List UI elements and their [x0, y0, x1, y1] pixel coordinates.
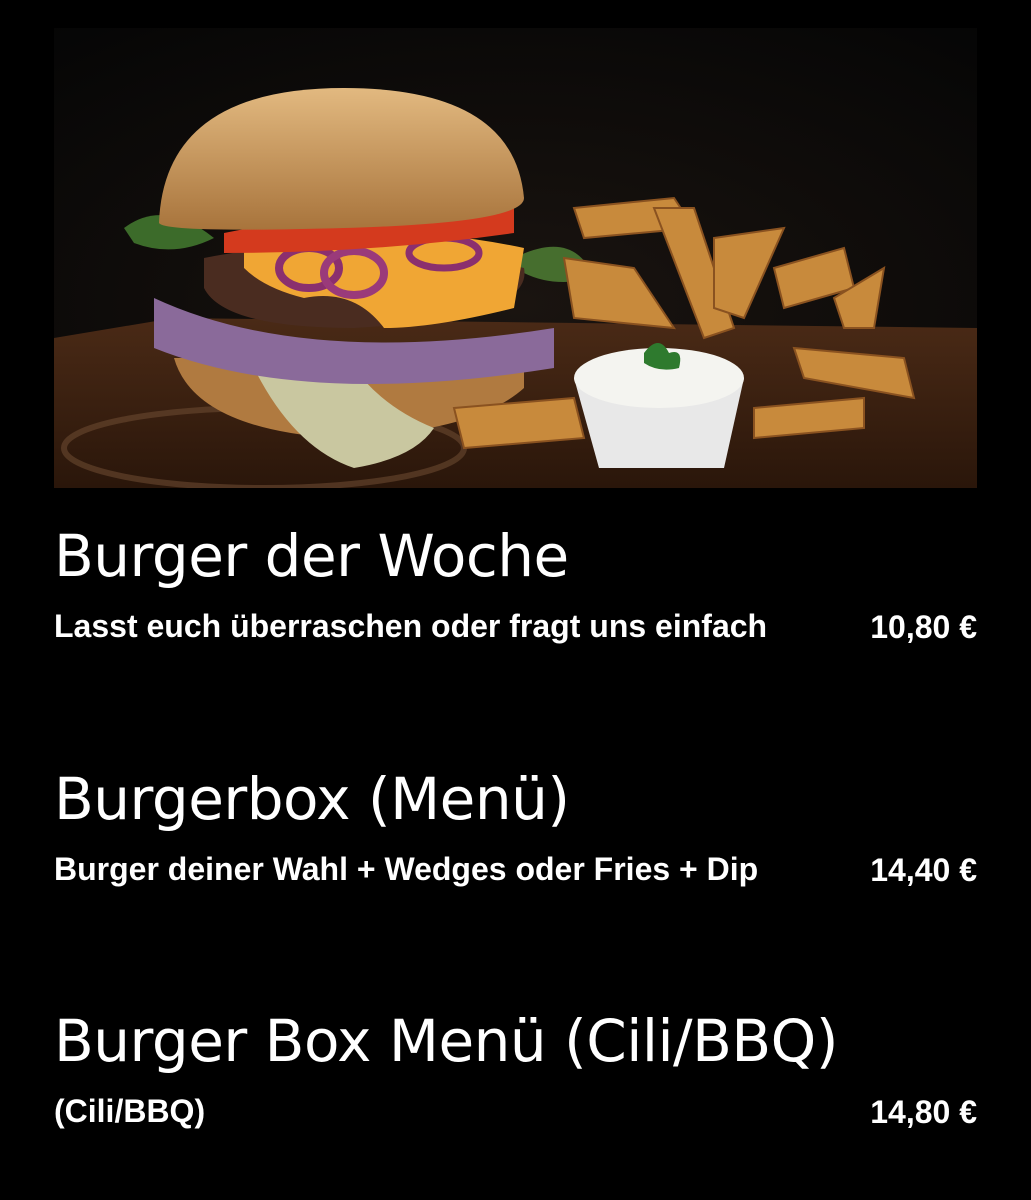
item-description: (Cili/BBQ): [54, 1093, 206, 1129]
menu-item[interactable]: Burger der Woche Lasst euch überraschen …: [54, 527, 977, 654]
menu-item[interactable]: Burgerbox (Menü) Burger deiner Wahl + We…: [54, 770, 977, 897]
item-description: Burger deiner Wahl + Wedges oder Fries +…: [54, 851, 759, 887]
hero-food-image: [54, 28, 977, 488]
menu-item[interactable]: Burger Box Menü (Cili/BBQ) (Cili/BBQ) 14…: [54, 1012, 977, 1139]
item-title: Burger Box Menü (Cili/BBQ): [54, 1007, 838, 1075]
item-price: 10,80 €: [870, 609, 977, 645]
item-price: 14,80 €: [870, 1094, 977, 1130]
burger-photo: [54, 28, 977, 488]
item-title: Burger der Woche: [54, 522, 569, 590]
item-description: Lasst euch überraschen oder fragt uns ei…: [54, 608, 768, 644]
item-title: Burgerbox (Menü): [54, 765, 570, 833]
item-price: 14,40 €: [870, 852, 977, 888]
